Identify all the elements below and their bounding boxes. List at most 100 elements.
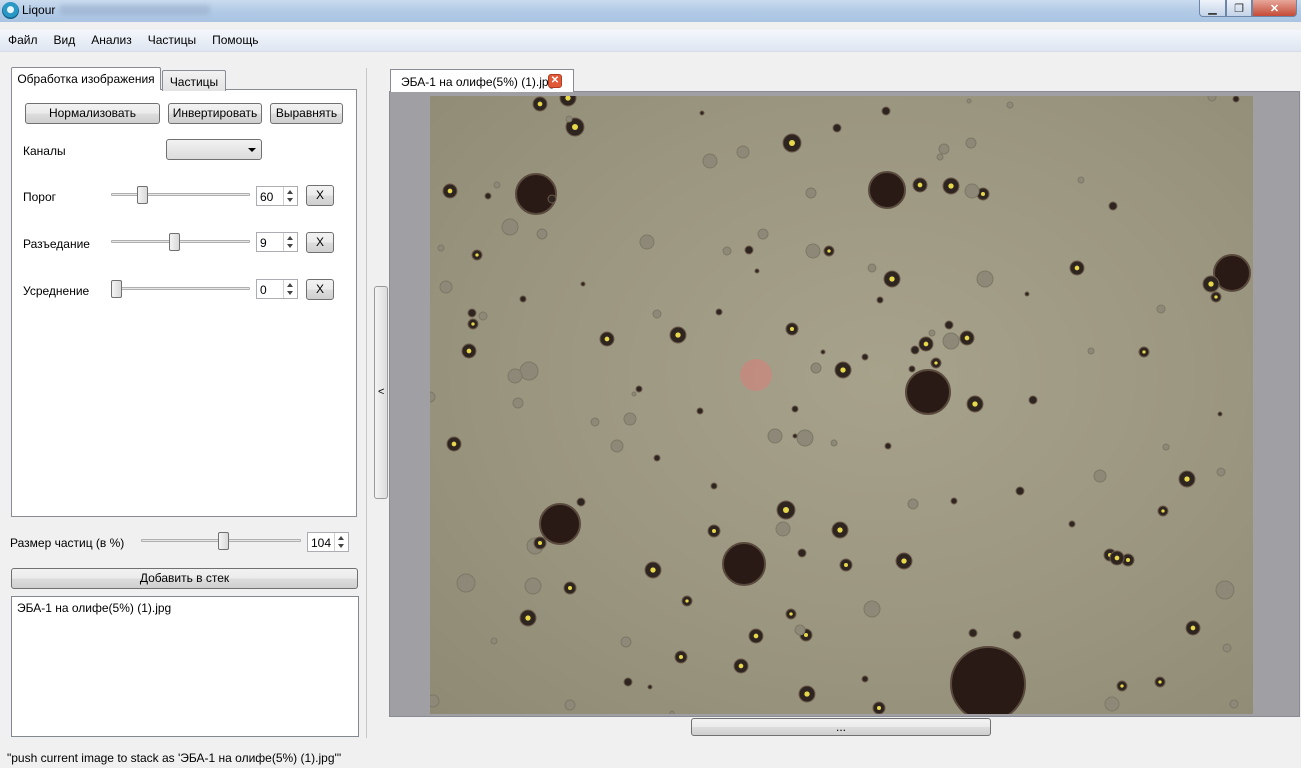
particle [861,675,869,683]
particle [1232,96,1240,103]
particle [539,503,581,545]
threshold-slider[interactable] [111,193,250,196]
menu-help[interactable]: Помощь [204,30,266,52]
particle [966,98,972,104]
particle [519,295,527,303]
close-window-button[interactable]: ✕ [1252,0,1297,17]
menu-file[interactable]: Файл [0,30,46,52]
particle [1104,696,1120,712]
particle-size-spinbox[interactable]: 104 [307,532,349,552]
align-button[interactable]: Выравнять [270,103,343,124]
particle [754,268,760,274]
particle-highlight [538,541,542,545]
particle-highlight [685,599,689,603]
spin-down-icon[interactable] [338,544,344,548]
particle [1087,347,1095,355]
more-options-button[interactable]: ... [691,718,991,736]
averaging-slider[interactable] [111,287,250,290]
spin-up-icon[interactable] [287,236,293,240]
chevron-left-icon: < [378,386,385,398]
particle-highlight [1208,281,1214,287]
close-tab-icon[interactable]: ✕ [548,74,562,88]
particle [1068,520,1076,528]
particle [515,173,557,215]
averaging-reset-button[interactable]: X [306,279,334,300]
stack-list[interactable]: ЭБА-1 на олифе(5%) (1).jpg [11,596,359,737]
erosion-spinbox[interactable]: 9 [256,232,298,252]
channels-dropdown[interactable] [166,139,262,160]
particle [715,308,723,316]
restore-icon: ❐ [1234,2,1244,15]
particle [938,143,950,155]
particle [652,309,662,319]
erosion-slider-handle[interactable] [168,233,180,251]
spin-arrows[interactable] [334,533,348,551]
spin-up-icon[interactable] [287,283,293,287]
particle [936,153,944,161]
particle [910,345,920,355]
particle [792,433,798,439]
particle [736,145,750,159]
tab-image-processing[interactable]: Обработка изображения [11,67,161,90]
averaging-spinbox[interactable]: 0 [256,279,298,299]
add-to-stack-button[interactable]: Добавить в стек [11,568,358,589]
particle [1217,411,1223,417]
particle [805,243,821,259]
particle-size-slider-handle[interactable] [218,532,230,550]
tab-particles[interactable]: Частицы [162,70,226,91]
spin-arrows[interactable] [283,233,297,251]
collapse-panel-handle[interactable]: < [374,286,388,499]
particle [620,636,632,648]
particle [639,234,655,250]
particle [757,228,769,240]
particle-highlight [783,507,789,513]
particle-highlight [804,633,808,637]
spin-up-icon[interactable] [287,190,293,194]
menu-view[interactable]: Вид [46,30,84,52]
normalize-button[interactable]: Нормализовать [25,103,160,124]
particle-highlight [537,101,543,107]
particle [490,637,498,645]
threshold-spinbox[interactable]: 60 [256,186,298,206]
particle [439,280,453,294]
particle [430,391,436,403]
threshold-slider-handle[interactable] [136,186,148,204]
minimize-icon: ▁ [1208,2,1217,15]
maximize-button[interactable]: ❐ [1226,0,1252,17]
invert-button[interactable]: Инвертировать [168,103,262,124]
spin-down-icon[interactable] [287,244,293,248]
particle [580,281,586,287]
particle [653,454,661,462]
particle [1216,467,1226,477]
particle [564,699,576,711]
averaging-slider-handle[interactable] [111,280,122,298]
spin-down-icon[interactable] [287,291,293,295]
particle [950,646,1026,714]
particle [478,311,488,321]
microscope-image[interactable] [430,96,1253,714]
menu-particles[interactable]: Частицы [140,30,204,52]
minimize-button[interactable]: ▁ [1199,0,1226,17]
menu-analysis[interactable]: Анализ [83,30,140,52]
particle [1213,254,1251,292]
particle [623,677,633,687]
particle [1229,699,1239,709]
particle [905,369,951,415]
spin-arrows[interactable] [283,280,297,298]
spin-down-icon[interactable] [287,198,293,202]
erosion-slider[interactable] [111,240,250,243]
spin-up-icon[interactable] [338,536,344,540]
particle-highlight [804,691,810,697]
erosion-reset-button[interactable]: X [306,232,334,253]
particle [519,361,539,381]
title-blurred-region [60,5,210,15]
particle [832,123,842,133]
list-item[interactable]: ЭБА-1 на олифе(5%) (1).jpg [17,601,171,615]
threshold-reset-button[interactable]: X [306,185,334,206]
particle [590,417,600,427]
particle [1077,176,1085,184]
particle [507,368,523,384]
tab-document[interactable]: ЭБА-1 на олифе(5%) (1).jpg ✕ [390,69,574,92]
particle [796,429,814,447]
spin-arrows[interactable] [283,187,297,205]
